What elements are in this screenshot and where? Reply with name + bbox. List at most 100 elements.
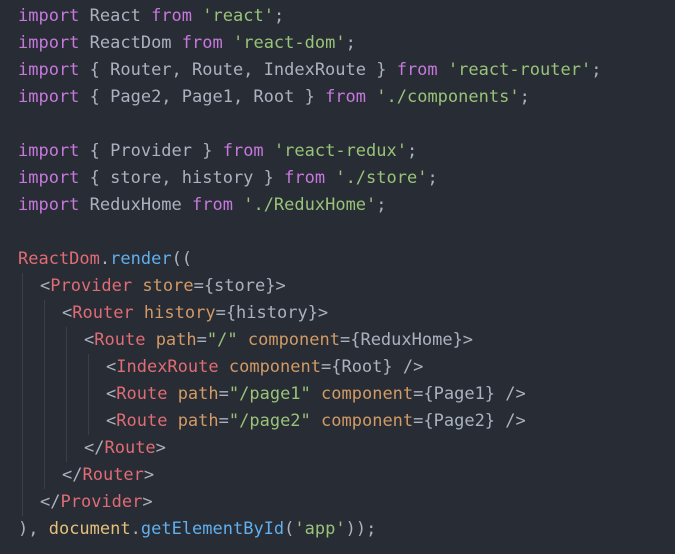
code-token: Route <box>116 411 168 431</box>
indent-guide <box>44 462 45 489</box>
code-token: ={Page2} /> <box>413 411 526 431</box>
code-token: './ReduxHome' <box>243 195 377 215</box>
code-line[interactable]: <Provider store={store}> <box>18 273 675 300</box>
code-line[interactable]: import { Provider } from 'react-redux'; <box>18 138 675 165</box>
code-line[interactable]: import { Page2, Page1, Root } from './co… <box>18 84 675 111</box>
code-token: < <box>40 276 51 296</box>
code-token: { store, history } <box>79 168 285 188</box>
code-token: { Provider } <box>79 141 223 161</box>
code-editor[interactable]: import React from 'react'; import ReactDo… <box>0 0 675 554</box>
indent-guide <box>44 381 45 408</box>
code-token: ( <box>284 519 295 539</box>
code-line[interactable] <box>18 111 675 138</box>
indent-guide <box>44 354 45 381</box>
code-token: ; <box>273 6 285 26</box>
indent-guide <box>22 435 23 462</box>
indent-guide <box>22 408 23 435</box>
code-token: document <box>48 519 131 539</box>
code-line[interactable]: <Router history={history}> <box>18 300 675 327</box>
code-token: from <box>396 60 438 80</box>
code-line[interactable]: </Route> <box>18 435 675 462</box>
code-token: path <box>177 411 219 431</box>
code-line[interactable]: </Router> <box>18 462 675 489</box>
indent-guide <box>22 381 23 408</box>
code-token: component <box>228 357 321 377</box>
indent-guide <box>44 327 45 354</box>
code-token: store <box>142 276 194 296</box>
code-line[interactable]: <Route path="/" component={ReduxHome}> <box>18 327 675 354</box>
code-line[interactable]: <Route path="/page2" component={Page2} /… <box>18 408 675 435</box>
indent-guide <box>66 381 67 408</box>
code-token: ), <box>18 519 49 539</box>
code-token: from <box>284 168 326 188</box>
code-token: from <box>222 141 264 161</box>
code-token: = <box>196 330 207 350</box>
code-token: )); <box>345 519 377 539</box>
code-line[interactable]: import { Router, Route, IndexRoute } fro… <box>18 57 675 84</box>
code-line[interactable]: ), document.getElementById('app')); <box>18 516 675 543</box>
code-token: ReduxHome <box>79 195 193 215</box>
code-token: > <box>155 438 166 458</box>
code-line[interactable]: import ReactDom from 'react-dom'; <box>18 30 675 57</box>
indent-guide <box>88 381 89 408</box>
code-line[interactable]: <IndexRoute component={Root} /> <box>18 354 675 381</box>
code-token: ; <box>427 168 438 188</box>
code-token: ={Page1} /> <box>413 384 526 404</box>
code-token: = <box>218 384 229 404</box>
code-token: 'react-redux' <box>273 141 407 161</box>
code-token: "/page1" <box>228 384 311 404</box>
code-line[interactable]: import { store, history } from './store'… <box>18 165 675 192</box>
code-token: Router <box>72 303 134 323</box>
code-token: import <box>18 195 80 215</box>
code-line[interactable]: </Provider> <box>18 489 675 516</box>
code-token: Route <box>94 330 146 350</box>
code-token: ={history}> <box>215 303 329 323</box>
code-token: history <box>143 303 216 323</box>
indent-guide <box>88 354 89 381</box>
code-token: 'app' <box>294 519 346 539</box>
code-token: import <box>18 141 80 161</box>
code-token: Provider <box>60 492 143 512</box>
code-token: component <box>321 384 414 404</box>
code-line[interactable]: ReactDom.render(( <box>18 246 675 273</box>
code-token: . <box>130 519 141 539</box>
code-token: Route <box>104 438 156 458</box>
code-token: { Page2, Page1, Root } <box>79 87 326 107</box>
code-token: "/" <box>206 330 238 350</box>
code-token: ; <box>406 141 418 161</box>
code-token: </ <box>40 492 61 512</box>
code-token: </ <box>62 465 83 485</box>
code-line[interactable] <box>18 219 675 246</box>
indent-guide <box>22 489 23 516</box>
code-token: './store' <box>335 168 428 188</box>
code-token: component <box>247 330 340 350</box>
code-line[interactable]: import React from 'react'; <box>18 3 675 30</box>
indent-guide <box>22 354 23 381</box>
code-token: from <box>192 195 233 215</box>
code-token: = <box>218 411 229 431</box>
indent-guide <box>22 300 23 327</box>
code-token: </ <box>84 438 105 458</box>
code-token: IndexRoute <box>116 357 219 377</box>
code-token: import <box>18 168 80 188</box>
code-token: import <box>18 87 80 107</box>
code-token: < <box>106 384 117 404</box>
code-token: ={Root} /> <box>320 357 424 377</box>
code-line[interactable]: import ReduxHome from './ReduxHome'; <box>18 192 675 219</box>
code-line[interactable]: <Route path="/page1" component={Page1} /… <box>18 381 675 408</box>
code-token: getElementById <box>140 519 285 539</box>
code-token: Route <box>116 384 168 404</box>
code-token: import <box>18 6 80 26</box>
code-token: { Router, Route, IndexRoute } <box>79 60 397 80</box>
